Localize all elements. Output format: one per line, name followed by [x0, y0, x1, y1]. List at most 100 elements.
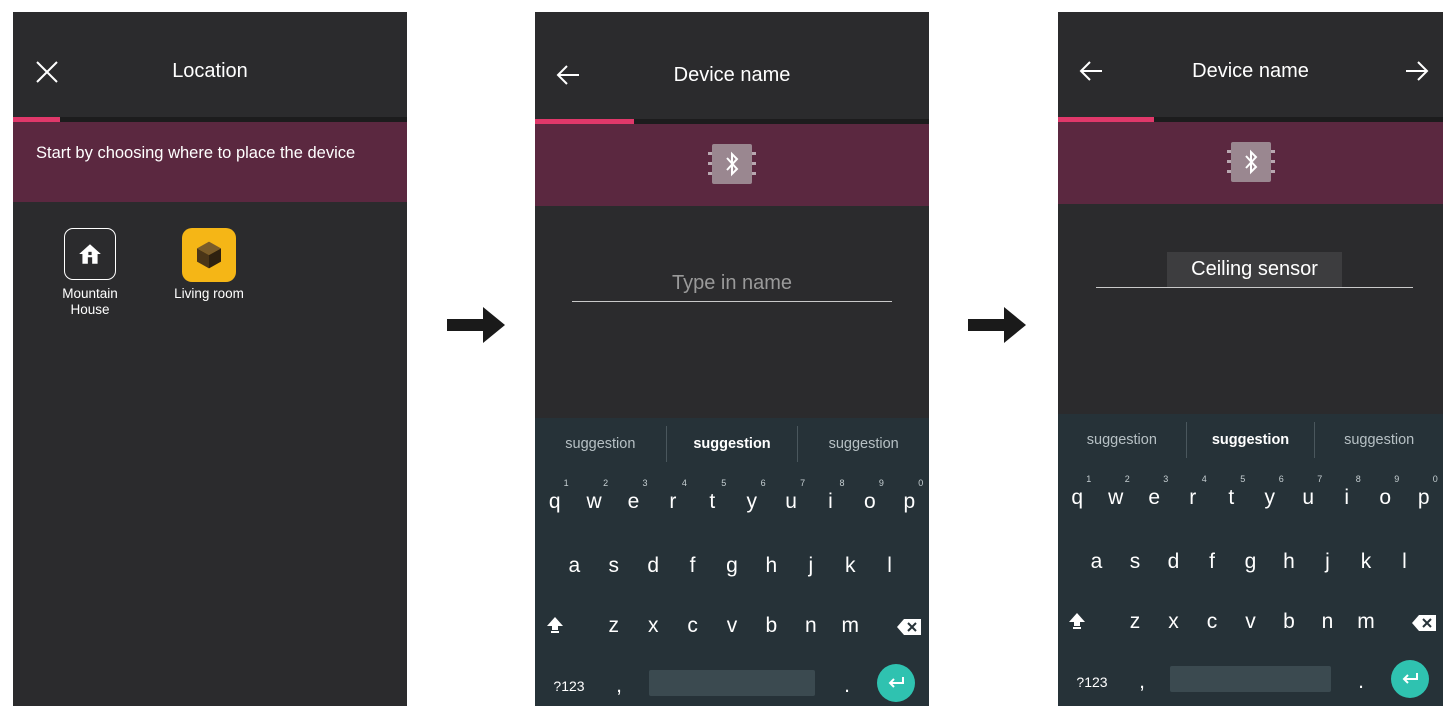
key-label: o: [1379, 486, 1392, 509]
comma-key[interactable]: ,: [603, 674, 635, 698]
banner-text: Start by choosing where to place the dev…: [36, 144, 356, 162]
key-z[interactable]: z: [1119, 610, 1151, 634]
period-key[interactable]: .: [831, 674, 863, 698]
key-c[interactable]: c: [1196, 610, 1228, 634]
shift-icon: [1069, 613, 1086, 629]
key-g[interactable]: g: [1235, 550, 1267, 574]
suggestion-item[interactable]: suggestion: [798, 426, 929, 462]
key-d[interactable]: d: [1158, 550, 1190, 574]
key-b[interactable]: b: [1273, 610, 1305, 634]
key-t[interactable]: t5: [1215, 474, 1247, 510]
key-g[interactable]: g: [716, 554, 748, 578]
key-y[interactable]: y6: [736, 478, 768, 514]
key-x[interactable]: x: [637, 614, 669, 638]
key-f[interactable]: f: [1196, 550, 1228, 574]
key-s[interactable]: s: [1119, 550, 1151, 574]
key-s[interactable]: s: [598, 554, 630, 578]
key-o[interactable]: o9: [854, 478, 886, 514]
app-header: Location: [13, 12, 407, 117]
key-i[interactable]: i8: [1331, 474, 1363, 510]
key-p[interactable]: p0: [1408, 474, 1440, 510]
key-hint: 3: [642, 478, 648, 488]
key-u[interactable]: u7: [775, 478, 807, 514]
location-label: Mountain House: [62, 286, 118, 317]
key-q[interactable]: q1: [539, 478, 571, 514]
key-label: p: [1417, 486, 1430, 509]
suggestion-bar: suggestion suggestion suggestion: [535, 418, 929, 470]
key-hint: 9: [1394, 474, 1400, 484]
name-placeholder: Type in name: [671, 272, 793, 294]
key-i[interactable]: i8: [815, 478, 847, 514]
key-r[interactable]: r4: [1177, 474, 1209, 510]
key-v[interactable]: v: [716, 614, 748, 638]
symbols-key[interactable]: ?123: [1070, 674, 1114, 690]
key-h[interactable]: h: [1273, 550, 1305, 574]
key-v[interactable]: v: [1235, 610, 1267, 634]
key-x[interactable]: x: [1158, 610, 1190, 634]
key-t[interactable]: t5: [696, 478, 728, 514]
key-label: r: [669, 490, 677, 513]
key-z[interactable]: z: [598, 614, 630, 638]
space-bar[interactable]: [649, 670, 815, 696]
key-l[interactable]: l: [1389, 550, 1421, 574]
device-name-field[interactable]: Ceiling sensor: [1096, 252, 1413, 288]
shift-key[interactable]: [539, 614, 571, 640]
key-c[interactable]: c: [677, 614, 709, 638]
key-a[interactable]: a: [1081, 550, 1113, 574]
key-e[interactable]: e3: [618, 478, 650, 514]
period-key[interactable]: .: [1345, 670, 1377, 694]
location-item-living-room[interactable]: Living room: [169, 228, 249, 302]
key-m[interactable]: m: [1350, 610, 1382, 634]
key-d[interactable]: d: [637, 554, 669, 578]
key-hint: 7: [800, 478, 806, 488]
return-icon: [1402, 673, 1418, 684]
suggestion-item[interactable]: suggestion: [1315, 422, 1443, 458]
location-screen: Location Start by choosing where to plac…: [13, 12, 407, 706]
key-w[interactable]: w2: [1100, 474, 1132, 510]
location-label: Living room: [174, 286, 244, 301]
key-e[interactable]: e3: [1138, 474, 1170, 510]
enter-key[interactable]: [1391, 660, 1429, 698]
key-u[interactable]: u7: [1292, 474, 1324, 510]
suggestion-item[interactable]: suggestion: [1185, 422, 1316, 458]
location-item-mountain-house[interactable]: Mountain House: [50, 228, 130, 318]
key-p[interactable]: p0: [893, 478, 925, 514]
key-f[interactable]: f: [677, 554, 709, 578]
suggestion-item[interactable]: suggestion: [535, 426, 666, 462]
arrow-right-icon[interactable]: [1404, 60, 1430, 82]
location-tile-selected: [182, 228, 236, 282]
key-o[interactable]: o9: [1369, 474, 1401, 510]
key-hint: 1: [563, 478, 569, 488]
suggestion-item[interactable]: suggestion: [1058, 422, 1186, 458]
key-n[interactable]: n: [795, 614, 827, 638]
key-y[interactable]: y6: [1254, 474, 1286, 510]
key-hint: 5: [721, 478, 727, 488]
key-k[interactable]: k: [1350, 550, 1382, 574]
backspace-key[interactable]: [1408, 614, 1440, 638]
key-w[interactable]: w2: [578, 478, 610, 514]
enter-key[interactable]: [877, 664, 915, 702]
key-label: r: [1189, 486, 1197, 509]
shift-key[interactable]: [1061, 610, 1093, 636]
app-header: Device name: [1058, 12, 1443, 117]
key-r[interactable]: r4: [657, 478, 689, 514]
backspace-key[interactable]: [893, 618, 925, 642]
suggestion-item[interactable]: suggestion: [665, 426, 799, 462]
device-name-field[interactable]: Type in name: [572, 272, 892, 302]
key-a[interactable]: a: [558, 554, 590, 578]
key-b[interactable]: b: [755, 614, 787, 638]
space-bar[interactable]: [1169, 666, 1332, 692]
key-label: t: [709, 490, 716, 513]
key-j[interactable]: j: [1312, 550, 1344, 574]
keyboard: q 1 w 2 e 3 r 4 t 5 y 6 u 7 i 8 o 9 p 0 a s d f g h j k l z x c v b n m ?123…: [535, 470, 929, 706]
key-n[interactable]: n: [1312, 610, 1344, 634]
comma-key[interactable]: ,: [1126, 670, 1158, 694]
key-hint: 3: [1163, 474, 1169, 484]
key-m[interactable]: m: [834, 614, 866, 638]
symbols-key[interactable]: ?123: [547, 678, 591, 694]
key-k[interactable]: k: [834, 554, 866, 578]
key-q[interactable]: q1: [1061, 474, 1093, 510]
key-l[interactable]: l: [874, 554, 906, 578]
key-j[interactable]: j: [795, 554, 827, 578]
key-h[interactable]: h: [755, 554, 787, 578]
